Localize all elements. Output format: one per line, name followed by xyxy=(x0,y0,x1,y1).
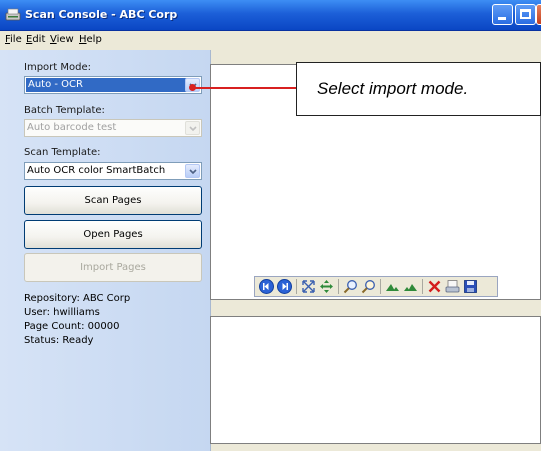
scan-pages-button[interactable]: Scan Pages xyxy=(24,186,202,215)
toolbar-separator xyxy=(338,279,339,294)
maximize-icon xyxy=(520,9,531,19)
menu-help[interactable]: Help xyxy=(79,34,102,45)
title-bar[interactable]: Scan Console - ABC Corp xyxy=(0,0,541,31)
toolbar-separator xyxy=(296,279,297,294)
batch-template-label: Batch Template: xyxy=(24,105,105,116)
user-text: User: hwilliams xyxy=(24,307,100,318)
menu-edit[interactable]: Edit xyxy=(26,34,45,45)
chevron-down-icon xyxy=(189,169,197,175)
status-text: Status: Ready xyxy=(24,335,94,346)
thumbnail-panel[interactable] xyxy=(210,316,541,444)
app-window: Scan Console - ABC Corp File Edit View H… xyxy=(0,0,541,451)
menu-view[interactable]: View xyxy=(50,34,74,45)
callout-text: Select import mode. xyxy=(317,79,469,98)
fit-icon[interactable] xyxy=(301,279,316,294)
close-button[interactable] xyxy=(536,4,541,25)
scan-template-select[interactable]: Auto OCR color SmartBatch xyxy=(24,162,202,180)
minimize-button[interactable] xyxy=(492,4,513,25)
close-icon xyxy=(537,5,541,24)
callout-pointer-line xyxy=(193,87,296,89)
import-mode-label: Import Mode: xyxy=(24,62,91,73)
viewer-toolbar xyxy=(254,276,498,297)
maximize-button[interactable] xyxy=(515,4,536,25)
batch-template-dropdown-button xyxy=(185,121,200,135)
minimize-icon xyxy=(498,17,506,20)
page-count-text: Page Count: 00000 xyxy=(24,321,120,332)
next-page-icon[interactable] xyxy=(277,279,292,294)
pan-icon[interactable] xyxy=(319,279,334,294)
save-icon[interactable] xyxy=(463,279,478,294)
scan-template-dropdown-button[interactable] xyxy=(185,164,200,178)
zoom-out-icon[interactable] xyxy=(361,279,376,294)
chevron-down-icon xyxy=(189,126,197,132)
first-page-icon[interactable] xyxy=(259,279,274,294)
scanner-app-icon xyxy=(5,8,21,21)
import-mode-select[interactable]: Auto - OCR xyxy=(24,76,202,94)
import-pages-button: Import Pages xyxy=(24,253,202,282)
import-mode-value: Auto - OCR xyxy=(26,78,191,92)
repository-text: Repository: ABC Corp xyxy=(24,293,131,304)
rotate-right-icon[interactable] xyxy=(403,279,418,294)
toolbar-separator xyxy=(380,279,381,294)
control-panel: Import Mode: Auto - OCR Batch Template: … xyxy=(0,50,211,451)
scan-template-value: Auto OCR color SmartBatch xyxy=(27,165,166,176)
menu-bar: File Edit View Help xyxy=(0,31,541,49)
batch-template-value: Auto barcode test xyxy=(27,122,117,133)
scan-template-label: Scan Template: xyxy=(24,147,101,158)
zoom-in-icon[interactable] xyxy=(343,279,358,294)
window-title: Scan Console - ABC Corp xyxy=(25,8,178,21)
open-pages-button[interactable]: Open Pages xyxy=(24,220,202,249)
toolbar-separator xyxy=(422,279,423,294)
batch-template-select: Auto barcode test xyxy=(24,119,202,137)
delete-icon[interactable] xyxy=(427,279,442,294)
rotate-left-icon[interactable] xyxy=(385,279,400,294)
scan-icon[interactable] xyxy=(445,279,460,294)
menu-file[interactable]: File xyxy=(5,34,22,45)
callout-box: Select import mode. xyxy=(296,62,541,116)
